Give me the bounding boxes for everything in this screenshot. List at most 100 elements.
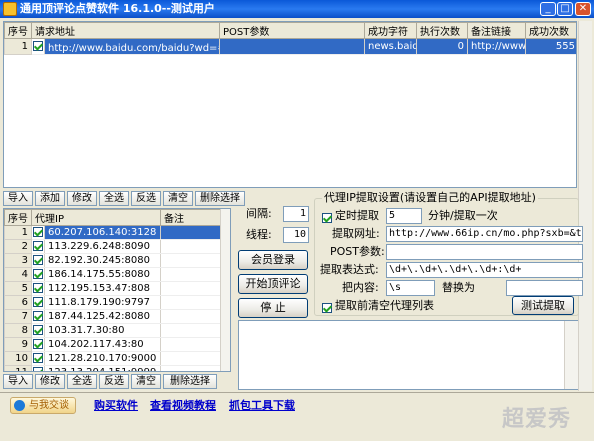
proxy-ip: 103.31.7.30:80	[44, 323, 162, 338]
proxy-toolbar: 导入 修改 全选 反选 清空 删除选择	[3, 374, 223, 390]
replace-with-input[interactable]	[506, 280, 583, 296]
task-clear-button[interactable]: 清空	[163, 191, 193, 206]
proxy-row[interactable]: 2 113.229.6.248:8090	[4, 239, 222, 254]
task-add-button[interactable]: 添加	[35, 191, 65, 206]
proxy-checkbox[interactable]	[31, 281, 45, 296]
proxy-row[interactable]: 11 123.13.204.151:9999	[4, 365, 222, 371]
post-params-input[interactable]	[386, 244, 583, 260]
chat-badge[interactable]: 与我交谈	[10, 397, 76, 414]
timed-extract-checkbox[interactable]	[322, 211, 332, 224]
proxy-ip: 104.202.117.43:80	[44, 337, 162, 352]
test-extract-button[interactable]: 测试提取	[512, 296, 574, 315]
buy-software-link[interactable]: 购买软件	[94, 397, 138, 413]
proxy-row[interactable]: 10 121.28.210.170:9000	[4, 351, 222, 366]
proxy-row[interactable]: 4 186.14.175.55:8080	[4, 267, 222, 282]
minimize-button[interactable]: _	[540, 2, 556, 16]
proxy-ip: 113.229.6.248:8090	[44, 239, 162, 254]
watermark: 超爱秀	[502, 407, 572, 432]
threads-label: 线程:	[246, 228, 272, 241]
timed-interval-input[interactable]: 5	[386, 208, 422, 224]
replace-input[interactable]: \s	[386, 280, 435, 296]
proxy-row[interactable]: 6 111.8.179.190:9797	[4, 295, 222, 310]
proxy-clear-button[interactable]: 清空	[131, 374, 161, 389]
proxy-col-ip[interactable]: 代理IP	[30, 209, 162, 226]
col-header-index[interactable]: 序号	[4, 22, 32, 39]
threads-input[interactable]: 10	[283, 227, 309, 243]
proxy-checkbox[interactable]	[31, 225, 45, 240]
task-url: http://www.baidu.com/baidu?wd=#望	[44, 38, 220, 55]
task-post	[219, 38, 365, 55]
proxy-checkbox[interactable]	[31, 253, 45, 268]
proxy-checkbox[interactable]	[31, 239, 45, 254]
proxy-note	[160, 365, 222, 371]
col-header-note-link[interactable]: 备注链接	[467, 22, 526, 39]
proxy-index: 2	[4, 239, 32, 254]
task-index: 1	[4, 38, 32, 55]
proxy-checkbox[interactable]	[31, 351, 45, 366]
task-table: 序号 请求地址 POST参数 成功字符 执行次数 备注链接 成功次数 1 htt…	[3, 21, 577, 188]
proxy-note	[160, 281, 222, 296]
proxy-checkbox[interactable]	[31, 295, 45, 310]
proxy-edit-button[interactable]: 修改	[35, 374, 65, 389]
clear-before-checkbox[interactable]	[322, 301, 332, 314]
task-success-str: news.baid	[364, 38, 417, 55]
proxy-ip: 186.14.175.55:8080	[44, 267, 162, 282]
task-invert-button[interactable]: 反选	[131, 191, 161, 206]
task-delete-selected-button[interactable]: 删除选择	[195, 191, 245, 206]
regex-input[interactable]: \d+\.\d+\.\d+\.\d+:\d+	[386, 262, 583, 278]
proxy-checkbox[interactable]	[31, 309, 45, 324]
proxy-row[interactable]: 7 187.44.125.42:8080	[4, 309, 222, 324]
proxy-ip: 123.13.204.151:9999	[44, 365, 162, 371]
col-header-success-str[interactable]: 成功字符	[364, 22, 417, 39]
proxy-col-index[interactable]: 序号	[4, 209, 32, 226]
proxy-invert-button[interactable]: 反选	[99, 374, 129, 389]
proxy-index: 1	[4, 225, 32, 240]
proxy-row[interactable]: 5 112.195.153.47:808	[4, 281, 222, 296]
member-login-button[interactable]: 会员登录	[238, 250, 308, 270]
proxy-row[interactable]: 1 60.207.106.140:3128	[4, 225, 222, 240]
log-scrollbar[interactable]	[564, 321, 578, 389]
qq-icon	[14, 400, 25, 411]
proxy-checkbox[interactable]	[31, 337, 45, 352]
proxy-index: 8	[4, 323, 32, 338]
proxy-note	[160, 253, 222, 268]
video-tutorial-link[interactable]: 查看视频教程	[150, 397, 216, 413]
proxy-settings-title: 代理IP提取设置(请设置自己的API提取地址)	[322, 191, 538, 205]
start-comment-button[interactable]: 开始顶评论	[238, 274, 308, 294]
col-header-post[interactable]: POST参数	[219, 22, 365, 39]
proxy-row[interactable]: 8 103.31.7.30:80	[4, 323, 222, 338]
proxy-index: 11	[4, 365, 32, 371]
proxy-col-note[interactable]: 备注	[160, 209, 222, 226]
proxy-ip: 121.28.210.170:9000	[44, 351, 162, 366]
proxy-scrollbar[interactable]	[220, 209, 230, 371]
task-select-all-button[interactable]: 全选	[99, 191, 129, 206]
proxy-row[interactable]: 9 104.202.117.43:80	[4, 337, 222, 352]
proxy-checkbox[interactable]	[31, 267, 45, 282]
capture-tool-link[interactable]: 抓包工具下载	[229, 397, 295, 413]
extract-url-input[interactable]: http://www.66ip.cn/mo.php?sxb=&tqsl=10	[386, 226, 583, 242]
task-import-button[interactable]: 导入	[3, 191, 33, 206]
col-header-url[interactable]: 请求地址	[31, 22, 220, 39]
chat-badge-label: 与我交谈	[29, 400, 69, 411]
replace-label: 把内容:	[342, 281, 379, 294]
log-area[interactable]	[238, 320, 578, 390]
proxy-select-all-button[interactable]: 全选	[67, 374, 97, 389]
proxy-import-button[interactable]: 导入	[3, 374, 33, 389]
proxy-delete-selected-button[interactable]: 删除选择	[163, 374, 217, 389]
task-edit-button[interactable]: 修改	[67, 191, 97, 206]
maximize-button[interactable]: □	[557, 2, 573, 16]
task-checkbox[interactable]	[31, 38, 45, 55]
task-row[interactable]: 1 http://www.baidu.com/baidu?wd=#望 news.…	[4, 38, 576, 55]
proxy-checkbox[interactable]	[31, 365, 45, 371]
stop-button[interactable]: 停 止	[238, 298, 308, 318]
proxy-ip: 60.207.106.140:3128	[44, 225, 162, 240]
proxy-index: 7	[4, 309, 32, 324]
col-header-success-count[interactable]: 成功次数	[525, 22, 576, 39]
window-scrollbar[interactable]	[578, 21, 592, 391]
close-button[interactable]: ✕	[575, 2, 591, 16]
proxy-row[interactable]: 3 82.192.30.245:8080	[4, 253, 222, 268]
proxy-checkbox[interactable]	[31, 323, 45, 338]
col-header-exec-count[interactable]: 执行次数	[416, 22, 468, 39]
replace-with-label: 替换为	[442, 281, 475, 294]
interval-input[interactable]: 1	[283, 206, 309, 222]
